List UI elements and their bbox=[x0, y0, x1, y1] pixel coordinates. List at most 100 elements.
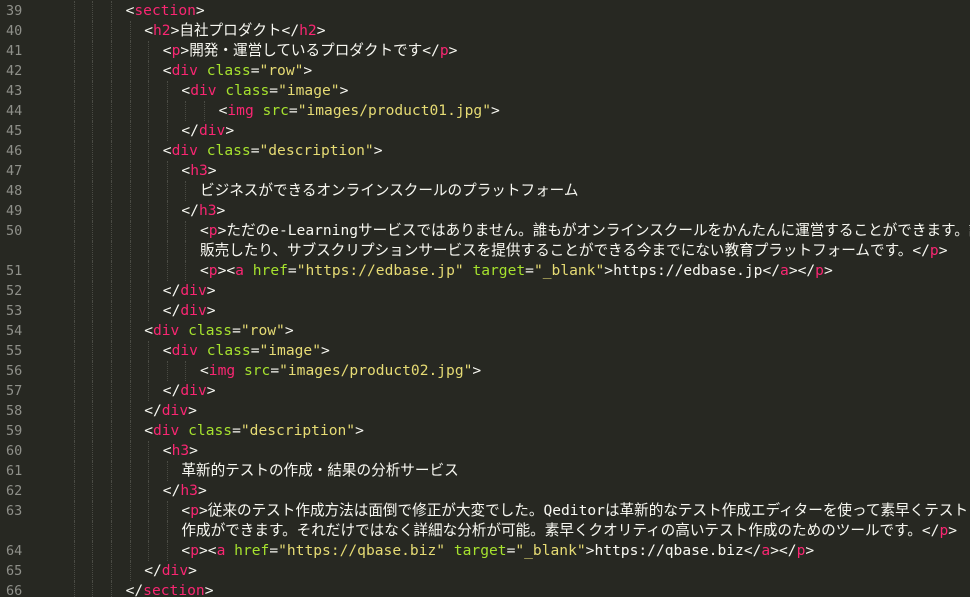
code-line[interactable]: 50 <p>ただのe-Learningサービスではありません。誰もがオンラインスク… bbox=[0, 221, 970, 241]
code-line[interactable]: 48 ビジネスができるオンラインスクールのプラットフォーム bbox=[0, 181, 970, 201]
code-token-tag: div bbox=[171, 142, 198, 159]
code-line[interactable]: 39 <section> bbox=[0, 1, 970, 21]
code-token-pun: < bbox=[200, 262, 209, 279]
code-token-pun: > bbox=[373, 142, 383, 159]
code-line[interactable]: 58 </div> bbox=[0, 401, 970, 421]
code-token-pun: = bbox=[269, 542, 279, 559]
code-text: <div class="row"> bbox=[163, 61, 312, 81]
code-token-pun: </ bbox=[743, 542, 762, 559]
code-token-tag: section bbox=[143, 582, 205, 597]
code-token-pun: > bbox=[316, 22, 326, 39]
code-line[interactable]: 63 <p>従来のテスト作成方法は面倒で修正が大変でした。Qeditorは革新的な… bbox=[0, 501, 970, 521]
code-line[interactable]: 46 <div class="description"> bbox=[0, 141, 970, 161]
code-token-pun bbox=[244, 262, 253, 279]
code-token-pun: </ bbox=[162, 382, 181, 399]
code-token-attr: src bbox=[243, 362, 271, 379]
code-token-pun: > bbox=[284, 322, 294, 339]
line-number: 59 bbox=[6, 423, 23, 439]
code-line[interactable]: 作成ができます。それだけではなく詳細な分析が可能。素早くクオリティの高いテスト作… bbox=[0, 521, 970, 541]
code-line[interactable]: 55 <div class="image"> bbox=[0, 341, 970, 361]
code-token-pun: > bbox=[206, 282, 216, 299]
code-line[interactable]: 56 <img src="images/product02.jpg"> bbox=[0, 361, 970, 381]
code-token-tag: div bbox=[198, 122, 226, 139]
code-token-pun: > bbox=[604, 262, 614, 279]
code-line[interactable]: 41 <p>開発・運営しているプロダクトです</p> bbox=[0, 41, 970, 61]
line-number: 64 bbox=[6, 543, 23, 559]
code-token-tag: div bbox=[171, 342, 198, 359]
code-token-pun: < bbox=[181, 502, 191, 519]
code-line[interactable]: 52 </div> bbox=[0, 281, 970, 301]
code-line[interactable]: 43 <div class="image"> bbox=[0, 81, 970, 101]
code-token-tag: h2 bbox=[152, 22, 171, 39]
code-line[interactable]: 42 <div class="row"> bbox=[0, 61, 970, 81]
code-token-str: "_blank" bbox=[515, 542, 586, 559]
code-token-pun: > bbox=[472, 362, 482, 379]
code-line[interactable]: 64 <p><a href="https://qbase.biz" target=… bbox=[0, 541, 970, 561]
code-token-pun: </ bbox=[762, 262, 781, 279]
code-token-pun: < bbox=[162, 42, 172, 59]
code-token-pun bbox=[198, 62, 207, 79]
code-line[interactable]: 62 </h3> bbox=[0, 481, 970, 501]
code-line[interactable]: 53 </div> bbox=[0, 301, 970, 321]
line-number: 58 bbox=[6, 403, 23, 419]
code-line[interactable]: 65 </div> bbox=[0, 561, 970, 581]
code-token-pun bbox=[225, 542, 234, 559]
code-token-tag: img bbox=[227, 102, 254, 119]
code-line[interactable]: 49 </h3> bbox=[0, 201, 970, 221]
code-line[interactable]: 66 </section> bbox=[0, 581, 970, 597]
code-token-pun: </ bbox=[921, 522, 940, 539]
line-number: 40 bbox=[6, 23, 23, 39]
code-token-pun: > bbox=[823, 262, 833, 279]
code-token-pun: > bbox=[198, 502, 208, 519]
code-line[interactable]: 57 </div> bbox=[0, 381, 970, 401]
code-token-tag: div bbox=[152, 322, 180, 339]
code-line[interactable]: 54 <div class="row"> bbox=[0, 321, 970, 341]
code-token-pun: > bbox=[805, 542, 815, 559]
code-token-txt: 作成ができます。それだけではなく詳細な分析が可能。素早くクオリティの高いテスト作… bbox=[181, 522, 922, 539]
code-text: <p><a href="https://qbase.biz" target="_… bbox=[181, 541, 814, 561]
code-token-tag: p bbox=[208, 222, 218, 239]
code-token-pun: < bbox=[181, 542, 191, 559]
code-token-tag: p bbox=[929, 242, 939, 259]
code-token-tag: a bbox=[761, 542, 771, 559]
code-token-str: "image" bbox=[259, 342, 321, 359]
code-text: 販売したり、サブスクリプションサービスを提供することができる今までにない教育プラ… bbox=[200, 241, 948, 261]
code-token-pun: ></ bbox=[788, 262, 816, 279]
line-number: 43 bbox=[6, 83, 23, 99]
code-text: </div> bbox=[163, 381, 216, 401]
code-token-str: "description" bbox=[240, 422, 356, 439]
code-line[interactable]: 59 <div class="description"> bbox=[0, 421, 970, 441]
line-number: 39 bbox=[6, 3, 23, 19]
line-number: 45 bbox=[6, 123, 23, 139]
line-number: 51 bbox=[6, 263, 23, 279]
code-token-tag: h3 bbox=[180, 482, 198, 499]
code-line[interactable]: 44 <img src="images/product01.jpg"> bbox=[0, 101, 970, 121]
code-token-tag: p bbox=[208, 262, 218, 279]
code-token-str: "https://edbase.jp" bbox=[296, 262, 464, 279]
code-token-pun: </ bbox=[125, 582, 144, 597]
code-line[interactable]: 40 <h2>自社プロダクト</h2> bbox=[0, 21, 970, 41]
code-line[interactable]: 45 </div> bbox=[0, 121, 970, 141]
code-token-attr: target bbox=[472, 262, 526, 279]
code-token-tag: div bbox=[180, 382, 207, 399]
code-token-tag: a bbox=[780, 262, 789, 279]
code-token-tag: h3 bbox=[190, 162, 208, 179]
code-line[interactable]: 47 <h3> bbox=[0, 161, 970, 181]
code-editor[interactable]: 39 <section> 40 <h2>自社プロダクト</h2> 41 <p>開発・運営し… bbox=[0, 0, 970, 597]
line-number: 50 bbox=[6, 223, 23, 239]
code-token-pun: < bbox=[144, 22, 153, 39]
code-token-pun: = bbox=[269, 82, 279, 99]
code-line[interactable]: 61 革新的テストの作成・結果の分析サービス bbox=[0, 461, 970, 481]
code-token-txt: 販売したり、サブスクリプションサービスを提供することができる今までにない教育プラ… bbox=[200, 242, 913, 259]
code-token-pun: > bbox=[197, 482, 207, 499]
code-token-pun: < bbox=[181, 162, 191, 179]
line-number: 53 bbox=[6, 303, 23, 319]
code-text: <p><a href="https://edbase.jp" target="_… bbox=[200, 261, 833, 281]
code-token-tag: h2 bbox=[299, 22, 317, 39]
code-line[interactable]: 51 <p><a href="https://edbase.jp" target=… bbox=[0, 261, 970, 281]
code-token-pun: > bbox=[206, 382, 216, 399]
code-line[interactable]: 60 <h3> bbox=[0, 441, 970, 461]
code-text: <h2>自社プロダクト</h2> bbox=[144, 21, 325, 41]
code-token-pun: > bbox=[216, 202, 226, 219]
code-line[interactable]: 販売したり、サブスクリプションサービスを提供することができる今までにない教育プラ… bbox=[0, 241, 970, 261]
